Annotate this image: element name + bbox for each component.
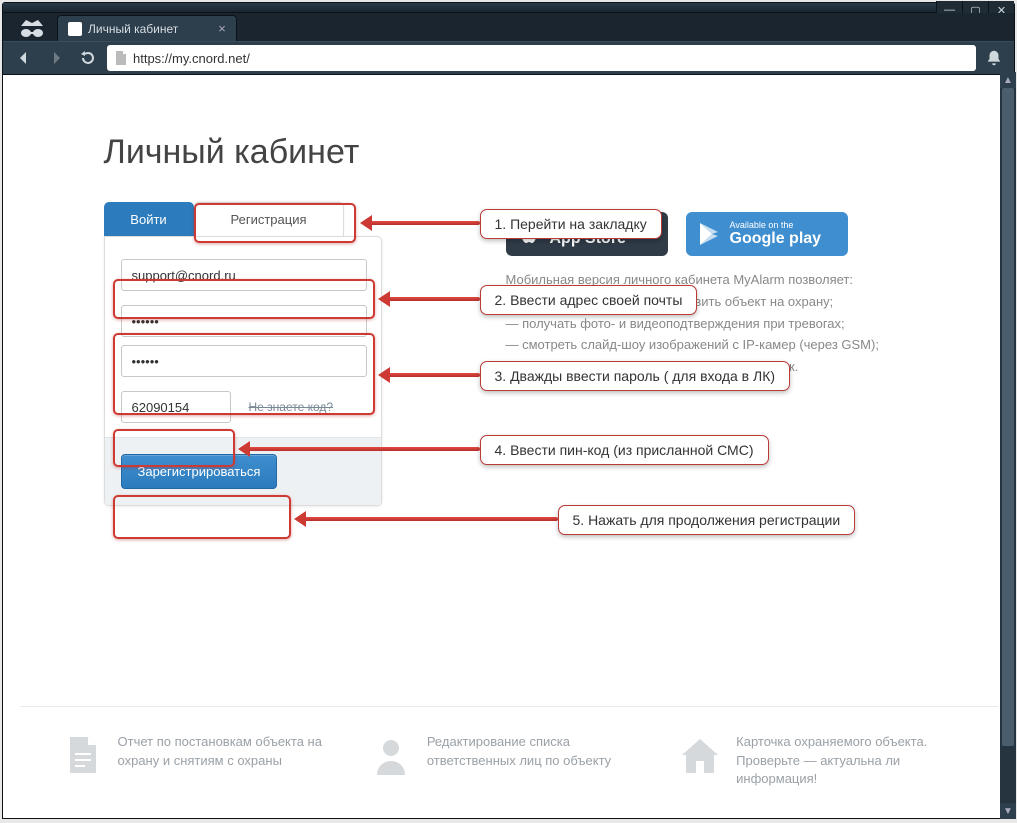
- browser-tab[interactable]: Личный кабинет ×: [57, 15, 237, 41]
- tab-register[interactable]: Регистрация: [194, 202, 344, 236]
- footer-text: Отчет по постановкам объекта на охрану и…: [118, 733, 339, 788]
- footer-text: Редактирование списка ответственных лиц …: [427, 733, 648, 788]
- annotation-arrow: [364, 221, 480, 225]
- annotation-arrow: [298, 517, 558, 521]
- annotation-arrow: [242, 447, 480, 451]
- callout-1: 1. Перейти на закладку: [480, 209, 662, 239]
- url-text: https://my.cnord.net/: [133, 51, 250, 66]
- footer-card-object: Карточка охраняемого объекта. Проверьте …: [678, 733, 957, 788]
- browser-toolbar: https://my.cnord.net/: [3, 41, 1014, 75]
- incognito-icon: [15, 17, 49, 41]
- pin-help-link[interactable]: Не знаете код?: [249, 400, 334, 414]
- footer-features: Отчет по постановкам объекта на охрану и…: [20, 706, 998, 788]
- scroll-down-icon[interactable]: ▼: [1000, 803, 1016, 819]
- viewport: Личный кабинет Войти Регистрация: [3, 75, 1014, 818]
- page-icon: [115, 51, 127, 65]
- window-titlebar: — ▢ ✕: [3, 3, 1014, 13]
- store-avail-label: Available on the: [730, 221, 822, 230]
- submit-button[interactable]: Зарегистрироваться: [121, 454, 278, 489]
- vertical-scrollbar[interactable]: ▲ ▼: [1000, 72, 1016, 819]
- tab-title: Личный кабинет: [88, 22, 178, 36]
- back-button[interactable]: [11, 45, 37, 71]
- promo-f3: — смотреть слайд-шоу изображений с IP-ка…: [506, 335, 998, 356]
- scrollbar-thumb[interactable]: [1002, 88, 1014, 746]
- page-content: Личный кабинет Войти Регистрация: [20, 75, 998, 818]
- gplay-label: Google play: [730, 230, 822, 248]
- reload-button[interactable]: [75, 45, 101, 71]
- person-icon: [369, 733, 413, 777]
- close-tab-icon[interactable]: ×: [216, 22, 228, 34]
- annotation-arrow: [382, 373, 480, 377]
- callout-2: 2. Ввести адрес своей почты: [480, 285, 698, 315]
- scroll-up-icon[interactable]: ▲: [1000, 72, 1016, 88]
- promo-f2: — получать фото- и видеоподтверждения пр…: [506, 314, 998, 335]
- notification-icon[interactable]: [982, 46, 1006, 70]
- googleplay-badge[interactable]: Available on the Google play: [686, 212, 848, 256]
- password-confirm-field[interactable]: [121, 345, 367, 377]
- callout-4: 4. Ввести пин-код (из присланной СМС): [480, 435, 769, 465]
- tab-login[interactable]: Войти: [104, 202, 194, 236]
- house-icon: [678, 733, 722, 777]
- page-title: Личный кабинет: [104, 133, 998, 172]
- googleplay-icon: [696, 221, 722, 247]
- tab-favicon-icon: [68, 22, 82, 36]
- callout-3: 3. Дважды ввести пароль ( для входа в ЛК…: [480, 361, 791, 391]
- browser-window: — ▢ ✕ Личный кабинет × https://my.cnor: [2, 2, 1015, 819]
- pin-field[interactable]: [121, 391, 231, 423]
- footer-card-people: Редактирование списка ответственных лиц …: [369, 733, 648, 788]
- auth-panel: Войти Регистрация Не знаете: [104, 202, 382, 506]
- annotation-arrow: [382, 297, 480, 301]
- browser-tabbar: Личный кабинет ×: [3, 13, 1014, 41]
- footer-text: Карточка охраняемого объекта. Проверьте …: [736, 733, 957, 788]
- password-field[interactable]: [121, 305, 367, 337]
- forward-button[interactable]: [43, 45, 69, 71]
- email-field[interactable]: [121, 259, 367, 291]
- address-bar[interactable]: https://my.cnord.net/: [107, 45, 976, 71]
- callout-5: 5. Нажать для продолжения регистрации: [558, 505, 856, 535]
- footer-card-report: Отчет по постановкам объекта на охрану и…: [60, 733, 339, 788]
- document-icon: [60, 733, 104, 777]
